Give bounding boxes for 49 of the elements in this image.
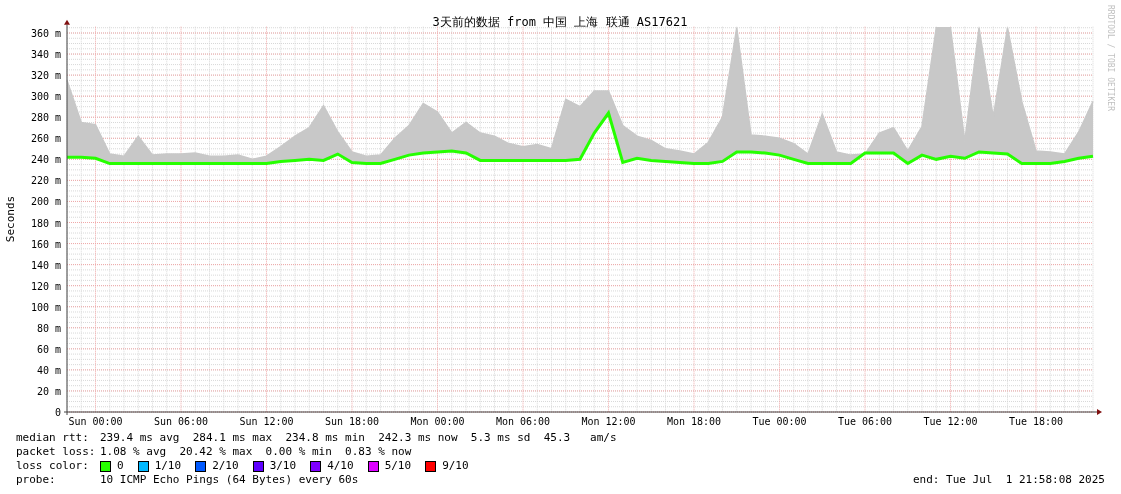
tick-label: 40 m (36, 364, 61, 376)
tick-label: 60 m (36, 343, 61, 355)
legend-value: 4/10 (327, 459, 354, 473)
legend-value: 239.4 ms avg 284.1 ms max 234.8 ms min 242.3 ms now 5.3 ms sd 45.3 am/s (100, 431, 617, 445)
tick-label: 360 m (30, 28, 61, 39)
end-time: end: Tue Jul 1 21:58:08 2025 (912, 473, 1105, 487)
tick-label: 160 m (30, 238, 61, 250)
tick-label: Sun 12:00 (239, 416, 294, 427)
legend-value: 5/10 (384, 459, 412, 473)
tick-label: 220 m (30, 175, 61, 187)
tick-label: Tue 00:00 (752, 416, 807, 427)
tick-label: Tue 06:00 (837, 416, 893, 427)
chart-title: 3天前的数据 from 中国 上海 联通 AS17621 (432, 15, 688, 29)
legend-label: probe: (16, 473, 57, 487)
tick-label: 340 m (30, 49, 61, 61)
tick-label: 280 m (30, 112, 61, 124)
legend-label: loss color: (16, 459, 90, 473)
tick-label: Mon 12:00 (581, 416, 636, 427)
tick-label: 0 (54, 407, 61, 418)
legend-value: 0 (117, 459, 124, 473)
tick-label: 320 m (30, 70, 61, 82)
axis-label: Seconds (4, 195, 17, 243)
credit-text: RRDTOOL / TOBI OETIKER (1106, 5, 1115, 111)
legend-value: 1.08 % avg 20.42 % max 0.00 % min 0.83 % now (100, 445, 412, 459)
tick-label: 200 m (30, 196, 61, 208)
legend-label: median rtt: (16, 431, 90, 445)
tick-label: Mon 00:00 (410, 416, 465, 427)
tick-label: Sun 00:00 (68, 416, 123, 427)
tick-label: 120 m (30, 280, 61, 292)
legend-value: 10 ICMP Echo Pings (64 Bytes) every 60s (100, 473, 359, 487)
legend-value: 1/10 (154, 459, 182, 473)
tick-label: Tue 18:00 (1008, 416, 1064, 427)
tick-label: 20 m (36, 385, 61, 397)
legend-value: 9/10 (442, 459, 469, 473)
tick-label: Mon 06:00 (495, 416, 551, 427)
tick-label: 300 m (30, 91, 61, 103)
tick-label: Tue 12:00 (923, 416, 978, 427)
legend-value: 2/10 (212, 459, 239, 473)
tick-label: Mon 18:00 (666, 416, 722, 427)
tick-label: Sun 06:00 (153, 416, 209, 427)
tick-label: 260 m (30, 133, 61, 145)
tick-label: 140 m (30, 259, 61, 271)
legend-label: packet loss: (16, 445, 97, 459)
tick-label: 100 m (30, 301, 61, 313)
tick-label: 80 m (36, 322, 61, 334)
tick-label: Sun 18:00 (324, 416, 380, 427)
legend-value: 3/10 (269, 459, 297, 473)
tick-label: 240 m (30, 154, 61, 166)
tick-label: 180 m (30, 217, 61, 229)
